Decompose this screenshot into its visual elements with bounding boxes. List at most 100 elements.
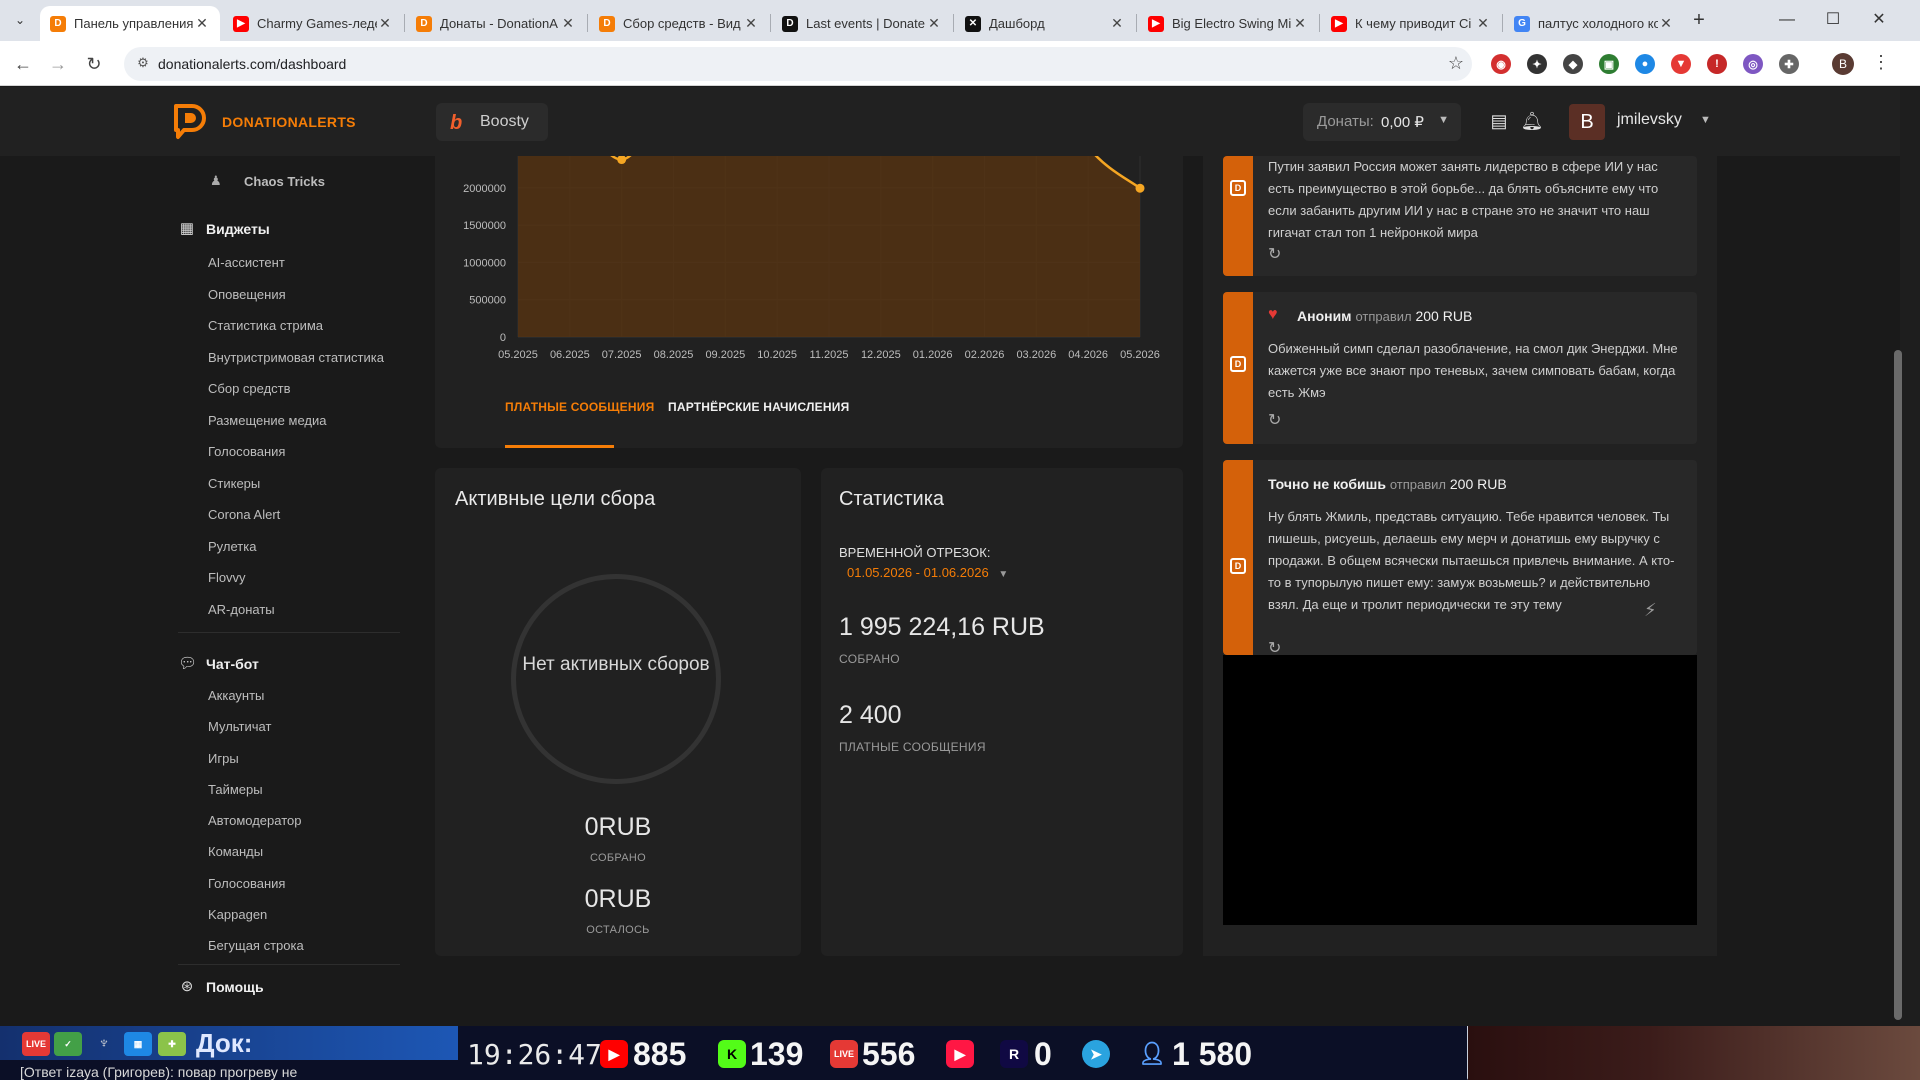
browser-profile-avatar[interactable]: B xyxy=(1832,53,1854,75)
kick-icon: K xyxy=(718,1040,746,1068)
extension-icon[interactable]: ! xyxy=(1707,54,1727,74)
browser-tab[interactable]: D Last events | Donate ✕ xyxy=(772,6,952,41)
tab-close-icon[interactable]: ✕ xyxy=(1658,15,1674,32)
y-tick-label: 2500000 xyxy=(463,156,506,158)
sidebar-item[interactable]: Голосования xyxy=(208,876,285,891)
tab-close-icon[interactable]: ✕ xyxy=(377,15,393,32)
minimize-icon[interactable]: — xyxy=(1772,8,1802,32)
user-menu-chevron-icon[interactable]: ▼ xyxy=(1700,114,1711,126)
browser-tab[interactable]: D Сбор средств - Вид ✕ xyxy=(589,6,769,41)
sidebar-section-widgets[interactable]: Виджеты xyxy=(206,221,270,237)
sidebar-item[interactable]: Рулетка xyxy=(208,539,256,554)
donates-label: Донаты: xyxy=(1317,113,1374,130)
extension-icon[interactable]: ◎ xyxy=(1743,54,1763,74)
sidebar-item[interactable]: AR-донаты xyxy=(208,602,275,617)
browser-tab[interactable]: D Панель управления ✕ xyxy=(40,6,220,41)
user-avatar[interactable]: B xyxy=(1569,104,1605,140)
sidebar-item[interactable]: AI-ассистент xyxy=(208,255,285,270)
sidebar-item[interactable]: Flovvy xyxy=(208,570,246,585)
brand-name[interactable]: DONATIONALERTS xyxy=(222,114,356,130)
boosty-label: Boosty xyxy=(480,113,529,130)
bell-icon[interactable]: 🔔︎ xyxy=(1520,109,1544,133)
sidebar-item[interactable]: Таймеры xyxy=(208,782,263,797)
sidebar-section-chatbot[interactable]: Чат-бот xyxy=(206,656,259,672)
tab-partner-earnings[interactable]: ПАРТНЁРСКИЕ НАЧИСЛЕНИЯ xyxy=(668,400,849,414)
active-goals-panel: Активные цели сбора Нет активных сборов … xyxy=(435,468,801,956)
browser-menu-icon[interactable]: ⋮ xyxy=(1872,52,1890,73)
lightning-icon[interactable]: ⚡︎ xyxy=(1644,600,1657,621)
tab-close-icon[interactable]: ✕ xyxy=(194,15,210,32)
browser-tab[interactable]: ▶ К чему приводит Сі ✕ xyxy=(1321,6,1501,41)
new-tab-button[interactable]: + xyxy=(1687,9,1711,33)
no-active-goals-text: Нет активных сборов xyxy=(522,654,710,675)
browser-tab[interactable]: ✕ Дашборд ✕ xyxy=(955,6,1135,41)
extension-icon[interactable]: ▣ xyxy=(1599,54,1619,74)
tab-title: Сбор средств - Вид xyxy=(623,16,741,31)
news-feed-icon[interactable]: ▤ xyxy=(1487,109,1511,133)
sidebar-item[interactable]: Автомодератор xyxy=(208,813,301,828)
tab-close-icon[interactable]: ✕ xyxy=(1475,15,1491,32)
tab-paid-messages[interactable]: ПЛАТНЫЕ СООБЩЕНИЯ xyxy=(505,400,654,414)
period-dropdown[interactable]: 01.05.2026 - 01.06.2026 ▼ xyxy=(847,565,1008,580)
extension-icon[interactable]: ◉ xyxy=(1491,54,1511,74)
browser-toolbar: ← → ↻ ⚙ donationalerts.com/dashboard ☆ ◉… xyxy=(0,41,1920,86)
sidebar-item[interactable]: Мультичат xyxy=(208,719,271,734)
sidebar-item[interactable]: Corona Alert xyxy=(208,507,280,522)
sidebar-item[interactable]: Игры xyxy=(208,751,239,766)
site-header: DONATIONALERTS b Boosty Донаты: 0,00 ₽ ▼… xyxy=(0,87,1900,156)
bookmark-star-icon[interactable]: ☆ xyxy=(1448,53,1464,74)
replay-icon[interactable]: ↻ xyxy=(1268,410,1281,430)
back-icon[interactable]: ← xyxy=(10,51,36,77)
sidebar-divider xyxy=(178,632,400,633)
sidebar-item[interactable]: Бегущая строка xyxy=(208,938,304,953)
extension-icon[interactable]: ● xyxy=(1635,54,1655,74)
donationalerts-logo-icon[interactable] xyxy=(172,102,208,140)
sidebar-item[interactable]: Голосования xyxy=(208,444,285,459)
extension-icon[interactable]: ◆ xyxy=(1563,54,1583,74)
tab-close-icon[interactable]: ✕ xyxy=(1109,15,1125,32)
maximize-icon[interactable]: ☐ xyxy=(1818,8,1848,32)
sidebar-item[interactable]: Команды xyxy=(208,844,263,859)
sidebar-item[interactable]: Оповещения xyxy=(208,287,286,302)
sidebar-item[interactable]: Статистика стрима xyxy=(208,318,323,333)
address-bar[interactable]: ⚙ donationalerts.com/dashboard ☆ xyxy=(124,47,1472,81)
sidebar-item[interactable]: Kappagen xyxy=(208,907,267,922)
extensions-puzzle-icon[interactable]: ✚ xyxy=(1779,54,1799,74)
sidebar-item[interactable]: Размещение медиа xyxy=(208,413,326,428)
x-tick-label: 09.2025 xyxy=(705,349,745,361)
tab-search-icon[interactable]: ⌄ xyxy=(8,8,32,32)
site-info-icon[interactable]: ⚙ xyxy=(134,55,152,73)
sidebar-item[interactable]: Сбор средств xyxy=(208,381,291,396)
sidebar-section-help[interactable]: Помощь xyxy=(206,979,264,995)
extension-icon[interactable]: ▼ xyxy=(1671,54,1691,74)
browser-tab[interactable]: Gпалтус холодного ко ✕ xyxy=(1504,6,1684,41)
browser-tab[interactable]: ▶ Charmy Games-леде ✕ xyxy=(223,6,403,41)
username[interactable]: jmilevsky xyxy=(1617,111,1682,129)
sidebar-item-chaos-tricks[interactable]: Chaos Tricks xyxy=(244,174,325,189)
replay-icon[interactable]: ↻ xyxy=(1268,244,1281,264)
reload-icon[interactable]: ↻ xyxy=(81,51,107,77)
browser-tab[interactable]: D Донаты - DonationA ✕ xyxy=(406,6,586,41)
sidebar-item[interactable]: Внутристримовая статистика xyxy=(208,350,384,365)
browser-tab[interactable]: ▶ Big Electro Swing Mi ✕ xyxy=(1138,6,1318,41)
replay-icon[interactable]: ↻ xyxy=(1268,638,1281,655)
page-scrollbar-track[interactable] xyxy=(1900,87,1920,1027)
forward-icon[interactable]: → xyxy=(45,51,71,77)
donor-name: Аноним xyxy=(1297,308,1352,324)
tab-title: Донаты - DonationA xyxy=(440,16,558,31)
sidebar-item[interactable]: Аккаунты xyxy=(208,688,264,703)
sidebar-item[interactable]: Стикеры xyxy=(208,476,260,491)
tab-close-icon[interactable]: ✕ xyxy=(1292,15,1308,32)
extension-icon[interactable]: ✦ xyxy=(1527,54,1547,74)
boosty-button[interactable]: b Boosty xyxy=(436,103,548,141)
event-card: D Путин заявил Россия может занять лидер… xyxy=(1223,156,1697,276)
donates-balance-dropdown[interactable]: Донаты: 0,00 ₽ ▼ xyxy=(1303,103,1461,141)
url-text[interactable]: donationalerts.com/dashboard xyxy=(158,56,346,72)
close-window-icon[interactable]: ✕ xyxy=(1864,8,1894,32)
x-tick-label: 01.2026 xyxy=(913,349,953,361)
vk-video-icon: ▶ xyxy=(946,1040,974,1068)
page-scrollbar-thumb[interactable] xyxy=(1894,350,1902,1020)
tab-close-icon[interactable]: ✕ xyxy=(560,15,576,32)
tab-close-icon[interactable]: ✕ xyxy=(926,15,942,32)
tab-close-icon[interactable]: ✕ xyxy=(743,15,759,32)
